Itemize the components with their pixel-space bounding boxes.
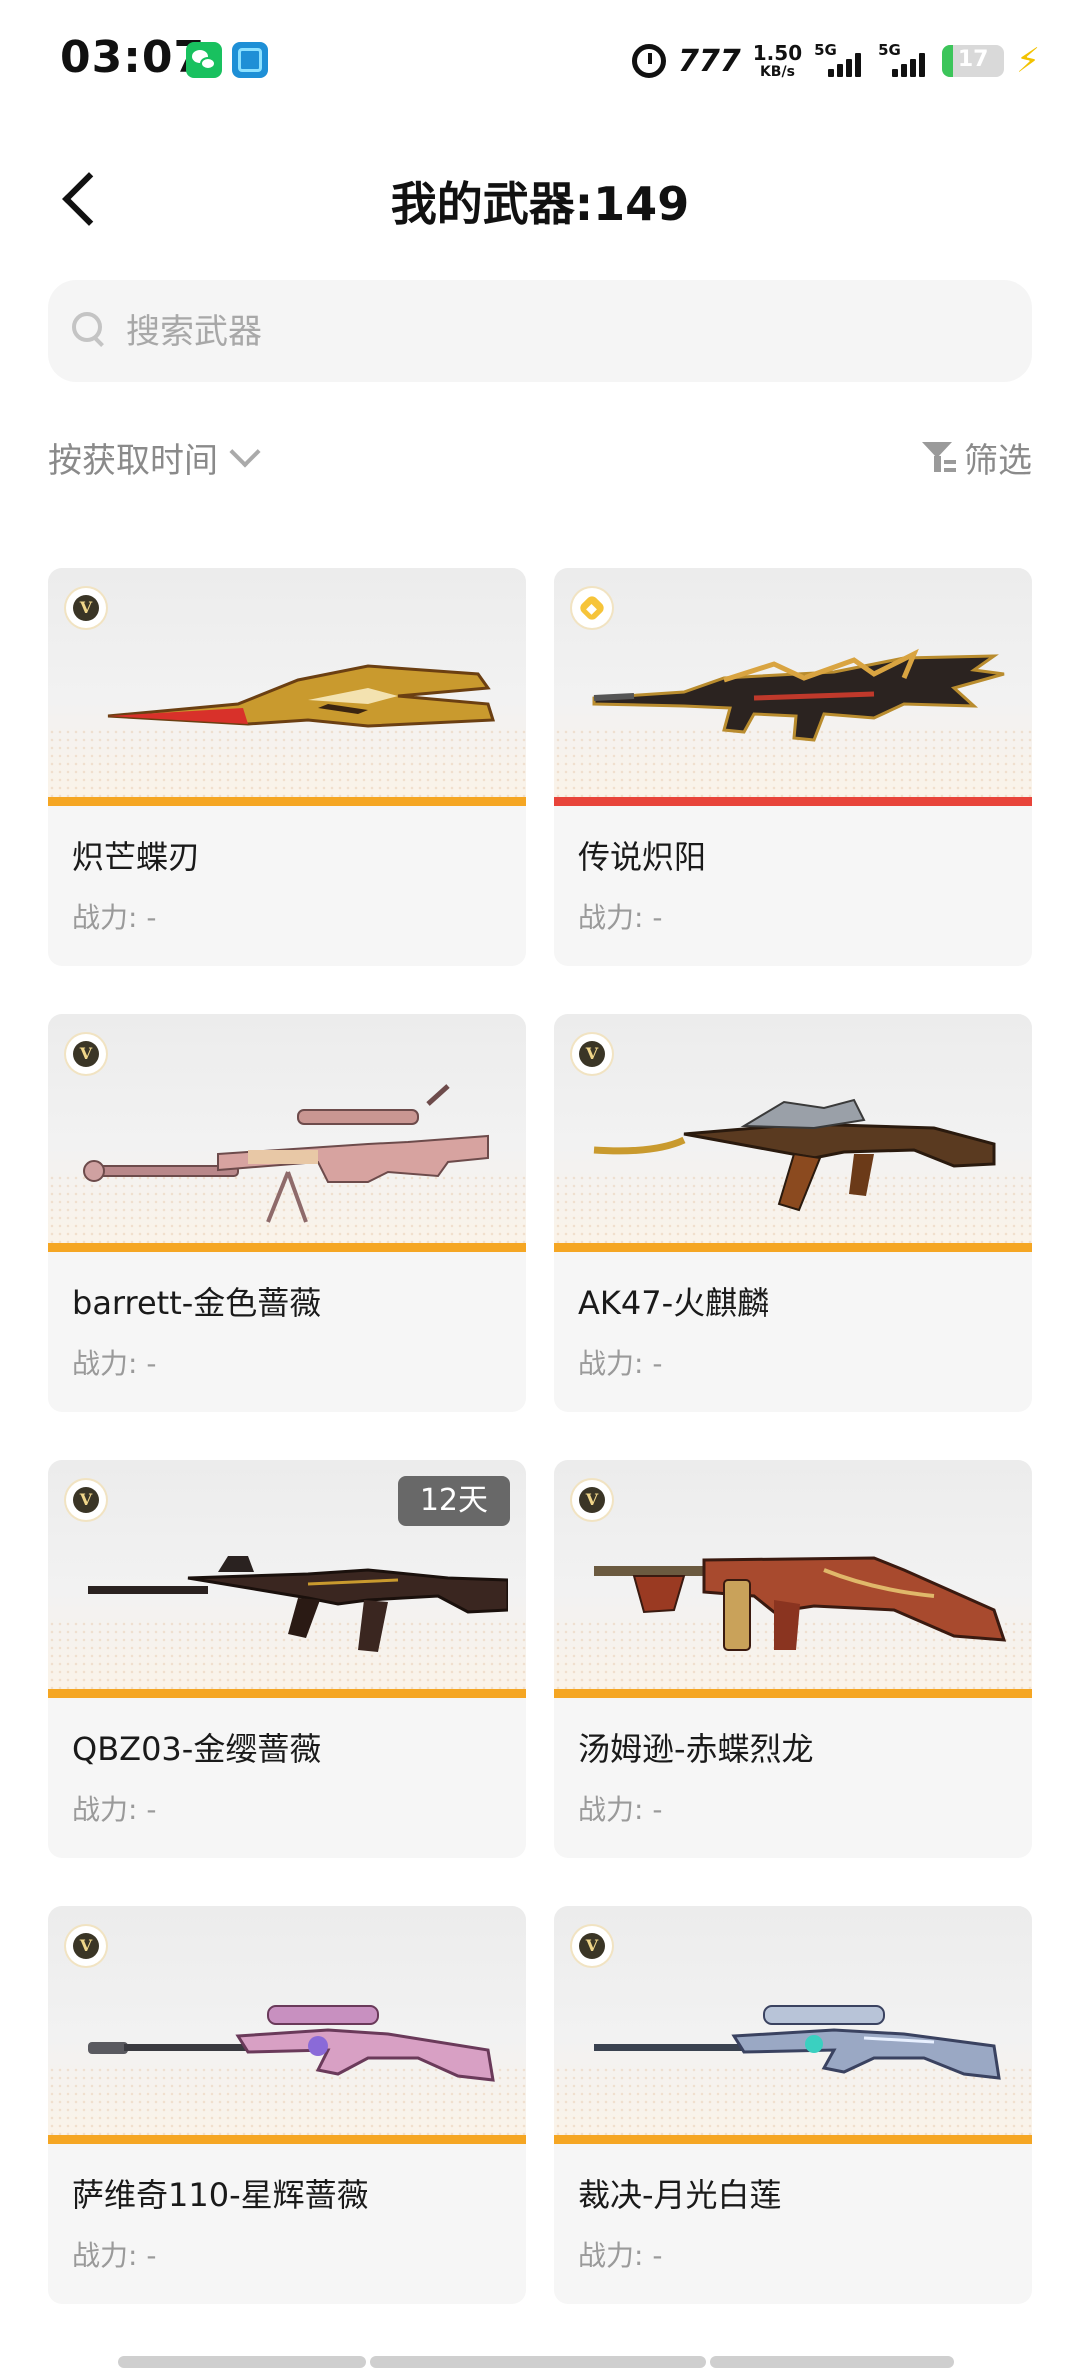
vip-badge-label: V <box>579 1933 605 1959</box>
weapon-image: V <box>48 1906 526 2144</box>
signal-icon: 5G <box>814 41 866 81</box>
alarm-icon <box>632 44 667 78</box>
weapon-name: 炽芒蝶刃 <box>72 838 201 876</box>
vip-badge-icon: V <box>572 1926 612 1966</box>
signal-icon: 5G <box>878 41 930 81</box>
expiry-days-badge: 12天 <box>397 1476 510 1526</box>
weapon-power: 战力: - <box>578 2239 663 2272</box>
filter-icon <box>922 440 956 474</box>
rarity-bar <box>48 2135 526 2144</box>
rarity-bar <box>554 1689 1032 1698</box>
assault-rifle-icon <box>88 1556 508 1652</box>
signal-label: 5G <box>878 41 901 59</box>
network-speed-unit: KB/s <box>759 64 795 80</box>
search-box[interactable] <box>48 280 1032 382</box>
vip-badge-label: V <box>579 1487 605 1513</box>
weapon-name: 裁决-月光白莲 <box>578 2176 782 2214</box>
weapon-card[interactable]: V AK47-火麒麟 战力: - <box>554 1014 1032 1412</box>
weapon-card[interactable]: V 萨维奇110-星辉蔷薇 战力: - <box>48 1906 526 2304</box>
page-title: 我的武器:149 <box>390 177 690 231</box>
weapon-name: QBZ03-金缨蔷薇 <box>72 1730 322 1768</box>
weapon-card[interactable]: V 12天 QBZ03-金缨蔷薇 战力: - <box>48 1460 526 1858</box>
weapon-image: ◆ <box>554 568 1032 806</box>
sort-label: 按获取时间 <box>48 440 218 481</box>
vip-badge-icon: V <box>572 1034 612 1074</box>
knife-icon <box>107 664 496 728</box>
nfc-icon: 777 <box>678 43 741 79</box>
search-icon <box>72 312 108 348</box>
weapon-power: 战力: - <box>578 1793 663 1826</box>
rarity-bar <box>554 797 1032 806</box>
battery-icon: 17 <box>942 45 1005 77</box>
vip-badge-label: V <box>579 1041 605 1067</box>
weapon-power: 战力: - <box>72 901 157 934</box>
charging-bolt-icon: ⚡ <box>1016 41 1040 81</box>
life-app-icon <box>232 42 268 78</box>
weapon-power: 战力: - <box>578 901 663 934</box>
weapon-card[interactable]: V 汤姆逊-赤蝶烈龙 战力: - <box>554 1460 1032 1858</box>
rarity-bar <box>554 2135 1032 2144</box>
vip-badge-icon: V <box>66 588 106 628</box>
vip-badge-icon: V <box>66 1926 106 1966</box>
weapon-image: V <box>554 1460 1032 1698</box>
vip-badge-label: V <box>73 1041 99 1067</box>
vip-badge-label: V <box>73 595 99 621</box>
status-time: 03:07 <box>60 32 206 83</box>
weapon-image: V <box>554 1014 1032 1252</box>
battery-level: 17 <box>957 47 989 72</box>
weapon-name: 传说炽阳 <box>578 838 707 876</box>
filter-label: 筛选 <box>964 440 1032 481</box>
weapon-name: barrett-金色蔷薇 <box>72 1284 322 1322</box>
weapon-name: AK47-火麒麟 <box>578 1284 770 1322</box>
rarity-bar <box>48 1243 526 1252</box>
weapon-card[interactable]: V barrett-金色蔷薇 战力: - <box>48 1014 526 1412</box>
weapon-list-page: 03:07 777 1.50 KB/s 5G 5G 17 ⚡ 我的武器:149 … <box>0 0 1080 2376</box>
rarity-bar <box>48 1689 526 1698</box>
network-speed: 1.50 KB/s <box>753 43 802 79</box>
weapon-card[interactable]: V 炽芒蝶刃 战力: - <box>48 568 526 966</box>
filter-button[interactable]: 筛选 <box>922 432 1032 482</box>
status-icons: 777 1.50 KB/s 5G 5G 17 ⚡ <box>632 36 1040 86</box>
weapon-card[interactable]: ◆ 传说炽阳 战力: - <box>554 568 1032 966</box>
weapon-power: 战力: - <box>72 2239 157 2272</box>
wechat-icon <box>186 42 222 78</box>
sniper-rifle-icon <box>83 1084 489 1223</box>
vip-badge-label: V <box>73 1487 99 1513</box>
sniper-rifle-icon <box>594 2005 1001 2080</box>
weapon-power: 战力: - <box>72 1793 157 1826</box>
vip-badge-icon: V <box>66 1480 106 1520</box>
sniper-rifle-icon <box>88 2005 495 2082</box>
weapon-power: 战力: - <box>578 1347 663 1380</box>
signal-label: 5G <box>814 41 837 59</box>
network-speed-value: 1.50 <box>752 41 803 65</box>
weapon-image: V <box>48 1014 526 1252</box>
chevron-down-icon <box>229 436 261 468</box>
scroll-indicator <box>118 2356 958 2368</box>
sort-dropdown[interactable]: 按获取时间 <box>48 432 261 482</box>
weapon-name: 萨维奇110-星辉蔷薇 <box>72 2176 369 2214</box>
search-input[interactable] <box>124 302 1008 362</box>
vip-badge-label: V <box>73 1933 99 1959</box>
rarity-bar <box>48 797 526 806</box>
vip-badge-icon: V <box>66 1034 106 1074</box>
legend-badge-icon: ◆ <box>572 588 612 628</box>
weapon-card[interactable]: V 裁决-月光白莲 战力: - <box>554 1906 1032 2304</box>
weapon-image: V <box>554 1906 1032 2144</box>
assault-rifle-icon <box>593 1098 996 1212</box>
header: 我的武器:149 <box>0 150 1080 250</box>
vip-badge-icon: V <box>572 1480 612 1520</box>
weapon-image: V 12天 <box>48 1460 526 1698</box>
status-bar: 03:07 777 1.50 KB/s 5G 5G 17 ⚡ <box>0 0 1080 120</box>
weapon-power: 战力: - <box>72 1347 157 1380</box>
weapon-image: V <box>48 568 526 806</box>
rifle-icon <box>592 648 1005 742</box>
submachine-gun-icon <box>594 1556 1007 1651</box>
weapon-name: 汤姆逊-赤蝶烈龙 <box>578 1730 814 1768</box>
rarity-bar <box>554 1243 1032 1252</box>
